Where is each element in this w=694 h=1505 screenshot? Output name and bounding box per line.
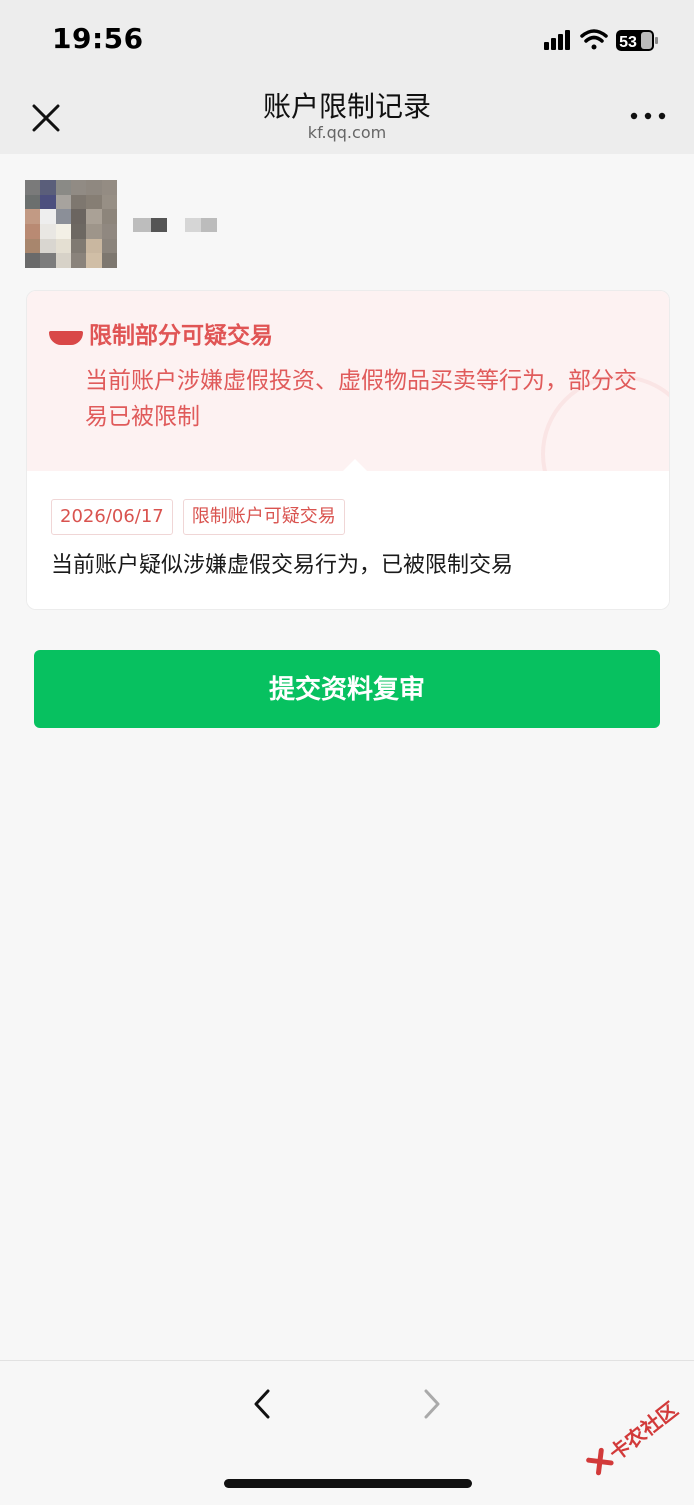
more-icon (630, 112, 666, 120)
record-type-tag: 限制账户可疑交易 (182, 499, 345, 535)
bottom-nav-bar (0, 1360, 694, 1501)
record-tags: 2026/06/17 限制账户可疑交易 (51, 499, 345, 535)
back-button[interactable] (250, 1387, 278, 1421)
wifi-icon (580, 29, 608, 50)
status-icons: 53 (544, 26, 662, 56)
battery-level: 53 (619, 34, 637, 51)
page-title: 账户限制记录 (262, 90, 431, 123)
restriction-notice: 限制部分可疑交易 当前账户涉嫌虚假投资、虚假物品买卖等行为，部分交易已被限制 (27, 291, 669, 533)
status-time: 19:56 (52, 22, 144, 55)
username-blurred (133, 216, 223, 234)
home-indicator (224, 1479, 472, 1488)
submit-review-button[interactable]: 提交资料复审 (34, 650, 660, 728)
record-date-tag: 2026/06/17 (51, 499, 173, 535)
more-button[interactable] (630, 106, 666, 126)
forward-icon (424, 1389, 440, 1419)
pointer-arrow (343, 459, 367, 471)
notice-title: 限制部分可疑交易 (89, 323, 273, 349)
nav-bar: 账户限制记录 kf.qq.com (0, 80, 694, 154)
notice-description: 当前账户涉嫌虚假投资、虚假物品买卖等行为，部分交易已被限制 (85, 368, 637, 430)
status-bar: 19:56 53 (0, 0, 694, 80)
battery-icon: 53 (616, 30, 658, 51)
restriction-record: 2026/06/17 限制账户可疑交易 当前账户疑似涉嫌虚假交易行为，已被限制交… (27, 459, 669, 609)
record-detail: 当前账户疑似涉嫌虚假交易行为，已被限制交易 (51, 553, 514, 578)
avatar (25, 180, 117, 268)
page-domain: kf.qq.com (307, 123, 387, 142)
warning-mark-icon (49, 331, 83, 345)
back-icon (254, 1389, 270, 1419)
signal-icon (544, 30, 570, 50)
forward-button[interactable] (418, 1387, 446, 1421)
profile-header (25, 180, 325, 268)
restriction-card: 限制部分可疑交易 当前账户涉嫌虚假投资、虚假物品买卖等行为，部分交易已被限制 2… (26, 290, 670, 610)
